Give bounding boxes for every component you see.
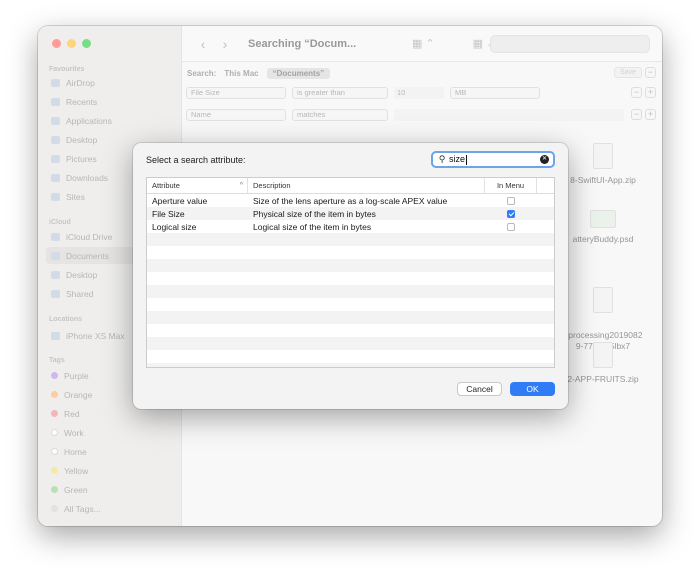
row-attribute: File Size xyxy=(152,208,185,219)
empty-row xyxy=(147,259,554,272)
row-attribute: Aperture value xyxy=(152,195,208,206)
sort-ascending-icon: ^ xyxy=(239,182,243,189)
empty-row xyxy=(147,350,554,363)
ok-button[interactable]: OK xyxy=(510,382,555,396)
in-menu-checkbox[interactable] xyxy=(507,209,515,218)
row-attribute: Logical size xyxy=(152,221,197,232)
column-header-description[interactable]: Description xyxy=(248,178,485,193)
attribute-table: Attribute ^ Description In Menu Aperture … xyxy=(146,177,555,368)
in-menu-checkbox[interactable] xyxy=(507,196,515,205)
table-row[interactable]: File Size Physical size of the item in b… xyxy=(147,207,554,220)
empty-row xyxy=(147,246,554,259)
table-row[interactable]: Logical size Logical size of the item in… xyxy=(147,220,554,233)
in-menu-checkbox[interactable] xyxy=(507,222,515,231)
empty-row xyxy=(147,311,554,324)
empty-row xyxy=(147,363,554,367)
table-header: Attribute ^ Description In Menu xyxy=(147,178,554,194)
column-header-in-menu[interactable]: In Menu xyxy=(485,178,537,193)
row-description: Physical size of the item in bytes xyxy=(253,208,376,219)
empty-row xyxy=(147,272,554,285)
clear-search-icon[interactable]: ✕ xyxy=(540,155,549,164)
empty-row xyxy=(147,233,554,246)
empty-row xyxy=(147,337,554,350)
row-description: Logical size of the item in bytes xyxy=(253,221,372,232)
empty-row xyxy=(147,298,554,311)
row-description: Size of the lens aperture as a log-scale… xyxy=(253,195,448,206)
empty-row xyxy=(147,324,554,337)
attribute-search-input[interactable]: ⚲ size ✕ xyxy=(431,151,555,168)
attribute-search-value: size xyxy=(449,154,466,165)
table-row[interactable]: Aperture value Size of the lens aperture… xyxy=(147,194,554,207)
text-caret xyxy=(466,154,468,165)
dialog-title: Select a search attribute: xyxy=(146,155,246,165)
search-attribute-dialog: Select a search attribute: ⚲ size ✕ Attr… xyxy=(133,143,568,409)
search-icon: ⚲ xyxy=(438,154,446,164)
empty-row xyxy=(147,285,554,298)
column-header-attribute[interactable]: Attribute ^ xyxy=(147,178,248,193)
cancel-button[interactable]: Cancel xyxy=(457,382,502,396)
